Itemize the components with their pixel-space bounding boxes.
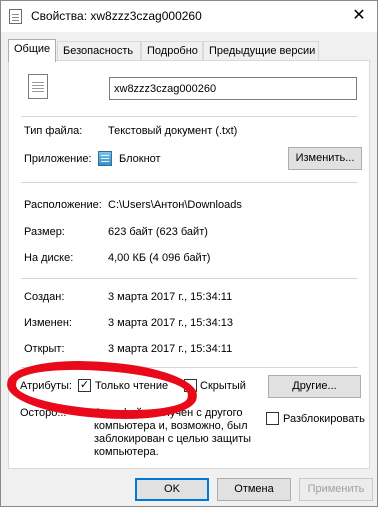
app-value: Блокнот [119, 153, 161, 165]
security-warning-text: Этот файл получен с другого компьютера и… [94, 407, 252, 458]
size-value: 623 байт (623 байт) [108, 226, 208, 238]
dialog-footer: OK Отмена Применить [1, 471, 377, 506]
cancel-button[interactable]: Отмена [217, 478, 291, 501]
disk-size-label: На диске: [24, 252, 74, 264]
tab-previous-versions[interactable]: Предыдущие версии [203, 41, 319, 61]
window-title: Свойства: xw8zzz3czag000260 [31, 9, 202, 23]
security-label: Осторо... [20, 407, 67, 419]
disk-size-value: 4,00 КБ (4 096 байт) [108, 252, 211, 264]
tab-general[interactable]: Общие [8, 39, 56, 62]
title-bar[interactable]: Свойства: xw8zzz3czag000260 ✕ [1, 1, 377, 32]
hidden-label[interactable]: Скрытый [200, 380, 246, 392]
location-label: Расположение: [24, 199, 102, 211]
hidden-checkbox[interactable] [184, 379, 197, 392]
modified-value: 3 марта 2017 г., 15:34:13 [108, 317, 234, 329]
created-value: 3 марта 2017 г., 15:34:11 [108, 291, 233, 303]
created-label: Создан: [24, 291, 65, 303]
tab-details[interactable]: Подробно [141, 41, 203, 61]
file-type-label: Тип файла: [24, 125, 83, 137]
file-type-value: Текстовый документ (.txt) [108, 125, 238, 137]
divider [21, 182, 358, 183]
accessed-value: 3 марта 2017 г., 15:34:11 [108, 343, 233, 355]
readonly-checkbox[interactable]: ✓ [78, 379, 91, 392]
unblock-label[interactable]: Разблокировать [283, 413, 365, 425]
modified-label: Изменен: [24, 317, 72, 329]
ok-button[interactable]: OK [135, 478, 209, 501]
divider [21, 367, 358, 368]
unblock-checkbox[interactable] [266, 412, 279, 425]
change-app-button[interactable]: Изменить... [288, 147, 362, 170]
file-name-input[interactable] [109, 77, 357, 100]
location-value: C:\Users\Антон\Downloads [108, 199, 242, 211]
document-icon [9, 9, 22, 24]
divider [21, 116, 358, 117]
properties-window: Свойства: xw8zzz3czag000260 ✕ Общие Безо… [0, 0, 378, 507]
size-label: Размер: [24, 226, 65, 238]
app-label: Приложение: [24, 153, 92, 165]
close-button[interactable]: ✕ [347, 5, 371, 29]
attributes-label: Атрибуты: [20, 380, 72, 392]
other-attributes-button[interactable]: Другие... [268, 375, 361, 398]
text-file-icon [28, 74, 48, 99]
accessed-label: Открыт: [24, 343, 65, 355]
tab-security[interactable]: Безопасность [57, 41, 141, 61]
divider [21, 278, 358, 279]
notepad-icon [98, 151, 112, 166]
readonly-label[interactable]: Только чтение [95, 380, 168, 392]
apply-button[interactable]: Применить [299, 478, 373, 501]
